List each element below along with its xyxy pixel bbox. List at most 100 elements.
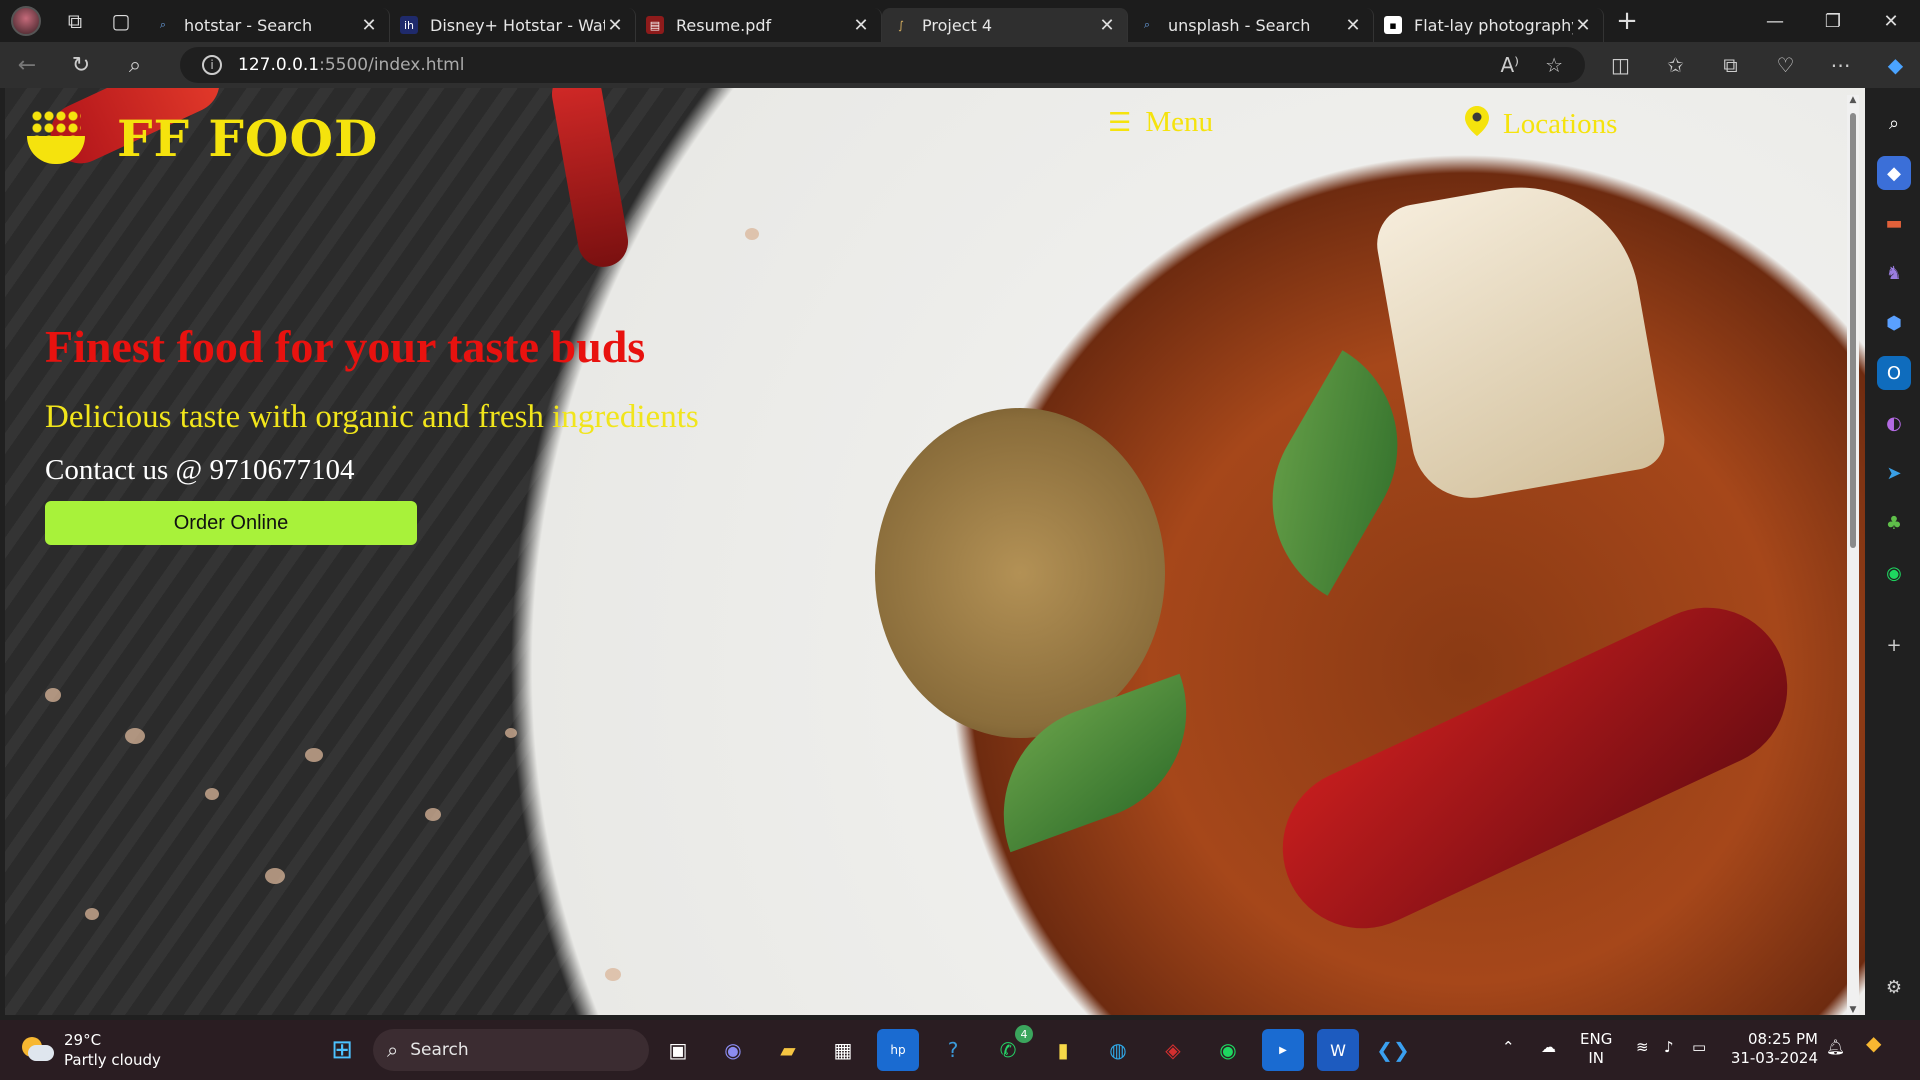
split-screen-icon[interactable]: ◫ (1593, 42, 1648, 88)
games-icon[interactable]: ♞ (1877, 256, 1911, 290)
word-icon[interactable]: W (1317, 1029, 1359, 1071)
telegram-icon[interactable]: ➤ (1877, 456, 1911, 490)
file-explorer-icon[interactable]: ▰ (767, 1029, 809, 1071)
teams-chat-icon[interactable]: ◉ (712, 1029, 754, 1071)
spice-decoration (425, 808, 441, 821)
spice-decoration (205, 788, 219, 800)
order-online-button[interactable]: Order Online (45, 501, 417, 545)
spice-decoration (85, 908, 99, 920)
scrollbar-thumb[interactable] (1850, 113, 1856, 548)
url-host: 127.0.0.1 (238, 55, 320, 75)
hotstar-icon: ih (400, 16, 418, 34)
food-decoration (875, 408, 1165, 738)
nav-menu-label: Menu (1145, 106, 1213, 138)
workspaces-icon[interactable]: ⧉ (52, 0, 98, 42)
chevron-up-icon[interactable]: ⌃ (1502, 1038, 1515, 1057)
close-icon[interactable]: ✕ (1343, 15, 1363, 36)
hero-headline: Finest food for your taste buds (45, 321, 646, 372)
nav-locations-label: Locations (1503, 108, 1618, 140)
hero-section: Finest food for your taste buds Deliciou… (45, 320, 699, 545)
prime-video-icon[interactable]: ▶ (1262, 1029, 1304, 1071)
new-tab-button[interactable]: + (1604, 0, 1650, 42)
microsoft-365-icon[interactable]: ⬢ (1877, 306, 1911, 340)
get-help-icon[interactable]: ? (932, 1029, 974, 1071)
close-icon[interactable]: ✕ (605, 15, 625, 36)
settings-gear-icon[interactable]: ⚙ (1877, 970, 1911, 1004)
restore-icon[interactable]: ❐ (1804, 0, 1862, 42)
spotify-icon[interactable]: ◉ (1207, 1029, 1249, 1071)
language-indicator[interactable]: ENG IN (1580, 1030, 1612, 1068)
lang-top: ENG (1580, 1030, 1613, 1048)
window-controls: — ❐ ✕ (1746, 0, 1920, 42)
back-icon[interactable]: ← (0, 42, 54, 88)
tab-title: unsplash - Search (1168, 15, 1311, 35)
spotify-icon[interactable]: ◉ (1877, 556, 1911, 590)
copilot-icon[interactable]: ◆ (1868, 42, 1920, 88)
reload-icon[interactable]: ↻ (54, 42, 108, 88)
edge-browser-icon[interactable]: ◍ (1097, 1029, 1139, 1071)
spice-decoration (505, 728, 517, 738)
tab-unsplash-search[interactable]: ⌕ unsplash - Search ✕ (1128, 8, 1374, 42)
info-icon[interactable]: i (202, 55, 222, 75)
wifi-icon[interactable]: ≋ (1636, 1038, 1649, 1057)
battery-icon[interactable]: ▭ (1692, 1038, 1706, 1057)
sticky-notes-icon[interactable]: ▮ (1042, 1029, 1084, 1071)
weather-widget[interactable]: 29°C Partly cloudy (20, 1030, 161, 1070)
search-icon: ⌕ (387, 1038, 399, 1062)
page-scrollbar[interactable]: ▲ ▼ (1847, 95, 1859, 1015)
whatsapp-icon[interactable]: ✆ 4 (987, 1025, 1033, 1071)
partly-cloudy-icon (20, 1033, 54, 1067)
tab-flat-lay[interactable]: ▪ Flat-lay photography of v ✕ (1374, 8, 1604, 42)
tab-disney-hotstar[interactable]: ih Disney+ Hotstar - Watch ✕ (390, 8, 636, 42)
site-logo[interactable]: FF FOOD (25, 108, 378, 168)
add-sidebar-app-icon[interactable]: + (1877, 628, 1911, 662)
url-path: :5500/index.html (319, 55, 465, 75)
myhp-icon[interactable]: hp (877, 1029, 919, 1071)
favorite-star-icon[interactable]: ☆ (1545, 53, 1563, 77)
browser-essentials-icon[interactable]: ♡ (1758, 42, 1813, 88)
notification-bell-icon[interactable]: 🔔︎ (1826, 1038, 1845, 1057)
copilot-taskbar-icon[interactable]: ◆ (1866, 1033, 1881, 1053)
close-icon[interactable]: ✕ (359, 15, 379, 36)
mcafee-icon[interactable]: ◈ (1152, 1029, 1194, 1071)
tree-icon[interactable]: ♣ (1877, 506, 1911, 540)
read-aloud-icon[interactable]: A⁾ (1500, 53, 1519, 77)
microsoft-store-icon[interactable]: ▦ (822, 1029, 864, 1071)
search-icon[interactable]: ⌕ (1877, 106, 1911, 140)
close-window-icon[interactable]: ✕ (1862, 0, 1920, 42)
outlook-icon[interactable]: O (1877, 356, 1911, 390)
scroll-down-icon[interactable]: ▼ (1847, 1005, 1859, 1015)
tab-title: Flat-lay photography of v (1414, 15, 1573, 35)
close-icon[interactable]: ✕ (851, 15, 871, 36)
hero-subheadline: Delicious taste with organic and fresh i… (45, 399, 699, 435)
taskbar-search[interactable]: ⌕ Search (373, 1029, 649, 1071)
tab-resume-pdf[interactable]: ▤ Resume.pdf ✕ (636, 8, 882, 42)
spice-decoration (125, 728, 145, 744)
task-view-icon[interactable]: ▣ (657, 1029, 699, 1071)
address-bar[interactable]: i 127.0.0.1 :5500/index.html A⁾ ☆ (180, 47, 1585, 83)
vscode-live-icon: ∫ (898, 18, 904, 32)
close-icon[interactable]: ✕ (1097, 15, 1117, 36)
profile-avatar[interactable] (0, 0, 52, 42)
vscode-icon[interactable]: ❮❯ (1372, 1029, 1414, 1071)
more-options-icon[interactable]: ⋯ (1813, 42, 1868, 88)
favorites-icon[interactable]: ✩ (1648, 42, 1703, 88)
onedrive-cloud-icon[interactable]: ☁ (1541, 1038, 1556, 1057)
search-icon[interactable]: ⌕ (108, 42, 162, 88)
volume-icon[interactable]: ♪ (1664, 1038, 1674, 1057)
designer-icon[interactable]: ◐ (1877, 406, 1911, 440)
collections-icon[interactable]: ⧉ (1703, 42, 1758, 88)
tools-briefcase-icon[interactable]: ▬ (1877, 206, 1911, 240)
nav-menu-link[interactable]: ☰ Menu (1108, 106, 1213, 139)
shopping-tag-icon[interactable]: ◆ (1877, 156, 1911, 190)
nav-locations-link[interactable]: Locations (1465, 106, 1617, 143)
tab-project-4[interactable]: ∫ Project 4 ✕ (882, 8, 1128, 42)
close-icon[interactable]: ✕ (1573, 15, 1593, 36)
clock[interactable]: 08:25 PM 31-03-2024 (1728, 1030, 1818, 1068)
scroll-up-icon[interactable]: ▲ (1847, 95, 1859, 105)
start-windows-icon[interactable]: ⊞ (321, 1029, 363, 1071)
tab-title: Project 4 (922, 15, 993, 35)
tab-hotstar-search[interactable]: ⌕ hotstar - Search ✕ (144, 8, 390, 42)
minimize-icon[interactable]: — (1746, 0, 1804, 42)
tab-actions-icon[interactable]: ▢ (98, 0, 144, 42)
